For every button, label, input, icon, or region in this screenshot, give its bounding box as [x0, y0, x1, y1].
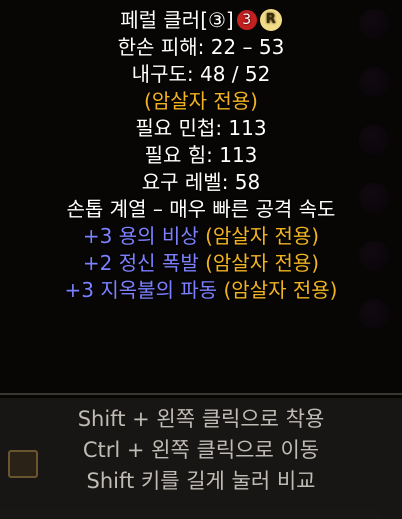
class-restriction: (암살자 전용): [205, 224, 320, 248]
skill-bonus-line: +3 용의 비상 (암살자 전용): [0, 223, 402, 250]
item-name: 페럴 클러: [120, 8, 201, 32]
stat-line: 필요 민첩: 113: [135, 116, 267, 140]
item-title-row: 페럴 클러[③] 3 R: [0, 7, 402, 34]
stat-line: (암살자 전용): [144, 89, 258, 113]
item-header: 페럴 클러[③] 3 R: [0, 7, 402, 34]
stat-line: 한손 피해: 22 – 53: [117, 35, 285, 59]
item-skills: +3 용의 비상 (암살자 전용) +2 정신 폭발 (암살자 전용) +3 지옥불…: [0, 223, 402, 304]
action-hints: Shift + 왼쪽 클릭으로 착용 Ctrl + 왼쪽 클릭으로 이동 Shi…: [0, 398, 402, 519]
skill-bonus: +3 지옥불의 파동: [64, 278, 218, 302]
item-slot-icon: [8, 450, 38, 478]
skill-bonus-line: +3 지옥불의 파동 (암살자 전용): [0, 277, 402, 304]
skill-bonus: +2 정신 폭발: [82, 251, 199, 275]
hint-equip: Shift + 왼쪽 클릭으로 착용: [77, 407, 325, 431]
stat-line: 요구 레벨: 58: [141, 170, 261, 194]
class-restriction: (암살자 전용): [205, 251, 320, 275]
stat-line: 내구도: 48 / 52: [131, 62, 271, 86]
hint-move: Ctrl + 왼쪽 클릭으로 이동: [82, 438, 320, 462]
stat-line: 손톱 계열 – 매우 빠른 공격 속도: [66, 197, 336, 221]
class-restriction: (암살자 전용): [223, 278, 338, 302]
item-tooltip: 페럴 클러[③] 3 R 한손 피해: 22 – 53 내구도: 48 / 52 (암살…: [0, 0, 402, 519]
stat-line: 필요 힘: 113: [144, 143, 258, 167]
socket-count: [③]: [200, 8, 234, 32]
rare-badge-icon: R: [259, 8, 282, 31]
skill-bonus: +3 용의 비상: [82, 224, 199, 248]
hint-compare: Shift 키를 길게 눌러 비교: [86, 469, 316, 493]
rune-tier-badge: 3: [236, 9, 257, 30]
tooltip-divider: [0, 393, 402, 395]
item-stats: 한손 피해: 22 – 53 내구도: 48 / 52 (암살자 전용) 필요 민첩:…: [0, 34, 402, 223]
skill-bonus-line: +2 정신 폭발 (암살자 전용): [0, 250, 402, 277]
